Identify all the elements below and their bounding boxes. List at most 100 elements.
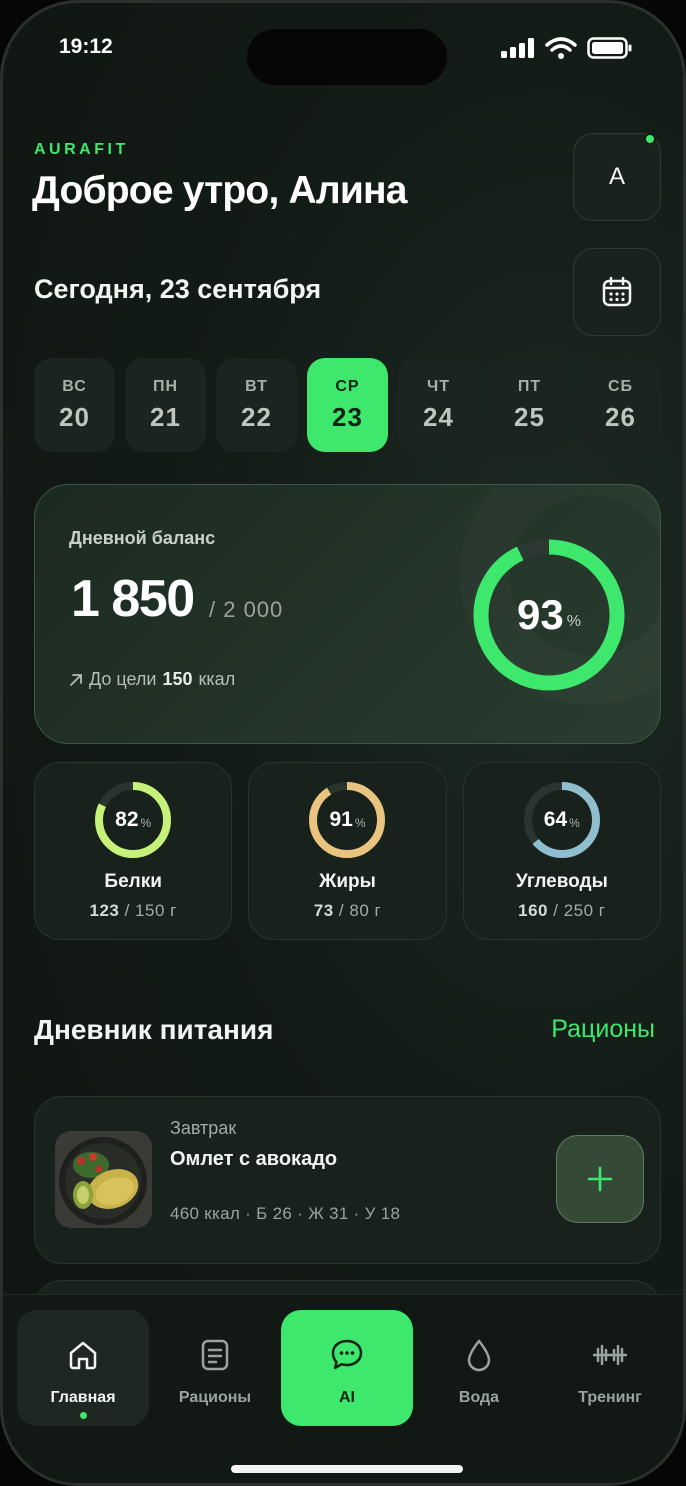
macro-ring: 82 % [92,779,174,861]
add-meal-button[interactable] [556,1135,644,1223]
phone-screen: 19:12 AURAFIT Доброе утро, Алина A Сегод… [0,0,686,1486]
day-of-week: ПТ [517,377,542,395]
battery-icon [587,37,632,59]
tab-home[interactable]: Главная [17,1310,149,1426]
signal-icon [501,38,534,58]
tab-label: AI [339,1389,355,1406]
meal-card[interactable]: Завтрак Омлет с авокадо 460 ккал · Б 26 … [34,1096,661,1264]
day-sat[interactable]: СБ 26 [580,358,661,452]
macro-current: 123 [89,901,120,920]
macro-current: 73 [313,901,334,920]
balance-label: Дневной баланс [69,528,216,548]
day-number: 23 [332,401,363,432]
home-icon [69,1341,97,1370]
tab-water[interactable]: Вода [413,1310,545,1426]
tab-label: Главная [50,1389,116,1406]
arrow-up-right-icon [70,673,82,686]
remaining-value: 150 [162,669,193,689]
day-of-week: СБ [607,377,634,395]
macro-total: / 80 г [338,901,382,920]
home-indicator [231,1465,463,1473]
macro-amount: 160 / 250 г [464,901,660,921]
macro-name: Белки [104,871,162,892]
day-sun[interactable]: ВС 20 [34,358,115,452]
week-day-selector: ВС 20 ПН 21 ВТ 22 СР 23 ЧТ 24 ПТ 25 СБ 2… [34,358,661,452]
dumbbell-icon [592,1344,628,1366]
macro-total: / 150 г [124,901,177,920]
macro-amount: 123 / 150 г [35,901,231,921]
greeting-title: Доброе утро, Алина [32,169,407,212]
calorie-progress-ring: 93 % [469,535,629,695]
remaining-prefix: До цели [89,669,157,689]
day-number: 26 [605,401,636,432]
percent-sign: % [569,815,580,830]
macro-current: 160 [518,901,549,920]
macro-name: Жиры [319,871,376,892]
macro-total: / 250 г [553,901,606,920]
document-icon [201,1339,229,1371]
chat-icon [331,1339,363,1370]
day-thu[interactable]: ЧТ 24 [398,358,479,452]
tab-ai[interactable]: AI [281,1310,413,1426]
daily-balance-card[interactable]: Дневной баланс 1 850 / 2 000 До цели 150… [34,484,661,744]
day-of-week: СР [335,377,360,395]
dynamic-island [247,29,447,85]
status-time: 19:12 [59,35,113,58]
wifi-icon [545,37,577,59]
percent-sign: % [354,815,366,830]
calendar-button[interactable] [573,248,661,336]
status-icons [501,37,633,59]
macro-percent: 91 [329,808,353,831]
meal-photo [55,1131,152,1228]
day-number: 21 [150,401,181,432]
remaining-unit: ккал [198,669,236,689]
calories-goal: / 2 000 [209,597,284,622]
bottom-tab-bar: Главная Рационы AI Вода Тренинг [3,1294,683,1483]
active-tab-dot [79,1412,87,1419]
macro-ring: 64 % [521,779,603,861]
day-wed-selected[interactable]: СР 23 [307,358,388,452]
macro-card-fats[interactable]: 91 % Жиры 73 / 80 г [248,762,447,940]
day-of-week: ПН [152,377,179,395]
meal-name: Омлет с авокадо [170,1148,338,1170]
meal-macros: 460 ккал · Б 26 · Ж 31 · У 18 [170,1204,401,1223]
percent-sign: % [140,815,152,830]
macro-card-carbs[interactable]: 64 % Углеводы 160 / 250 г [462,762,661,940]
day-of-week: ВТ [245,377,268,395]
day-number: 20 [59,401,90,432]
tab-label: Тренинг [578,1389,642,1406]
calendar-icon [602,276,632,307]
day-number: 22 [241,401,272,432]
day-fri[interactable]: ПТ 25 [489,358,570,452]
macro-percent: 82 [115,808,139,831]
online-status-dot [644,133,656,145]
day-tue[interactable]: ВТ 22 [216,358,297,452]
brand-label: AURAFIT [34,141,129,158]
day-of-week: ВС [62,377,87,395]
calories-consumed: 1 850 [71,570,195,628]
diets-link[interactable]: Рационы [551,1015,655,1044]
calorie-percent: 93 [517,591,564,638]
tab-diets[interactable]: Рационы [149,1310,281,1426]
macro-ring: 91 % [306,779,388,861]
day-number: 24 [423,401,454,432]
tab-training[interactable]: Тренинг [544,1310,676,1426]
remaining-note: До цели 150 ккал [69,669,235,690]
macro-percent: 64 [543,808,568,831]
day-mon[interactable]: ПН 21 [125,358,206,452]
tab-label: Рационы [178,1389,252,1406]
avatar-initial: A [608,163,625,190]
day-number: 25 [514,401,545,432]
macro-card-protein[interactable]: 82 % Белки 123 / 150 г [34,762,233,940]
meal-type: Завтрак [170,1118,237,1138]
tab-label: Вода [458,1389,500,1406]
percent-sign: % [566,613,581,630]
plus-icon [587,1166,613,1192]
macro-name: Углеводы [515,871,608,892]
diary-section-title: Дневник питания [34,1014,274,1045]
drop-icon [467,1339,491,1372]
day-of-week: ЧТ [426,377,450,395]
macro-amount: 73 / 80 г [249,901,445,921]
date-label: Сегодня, 23 сентября [34,274,322,304]
profile-avatar-button[interactable]: A [573,133,661,221]
